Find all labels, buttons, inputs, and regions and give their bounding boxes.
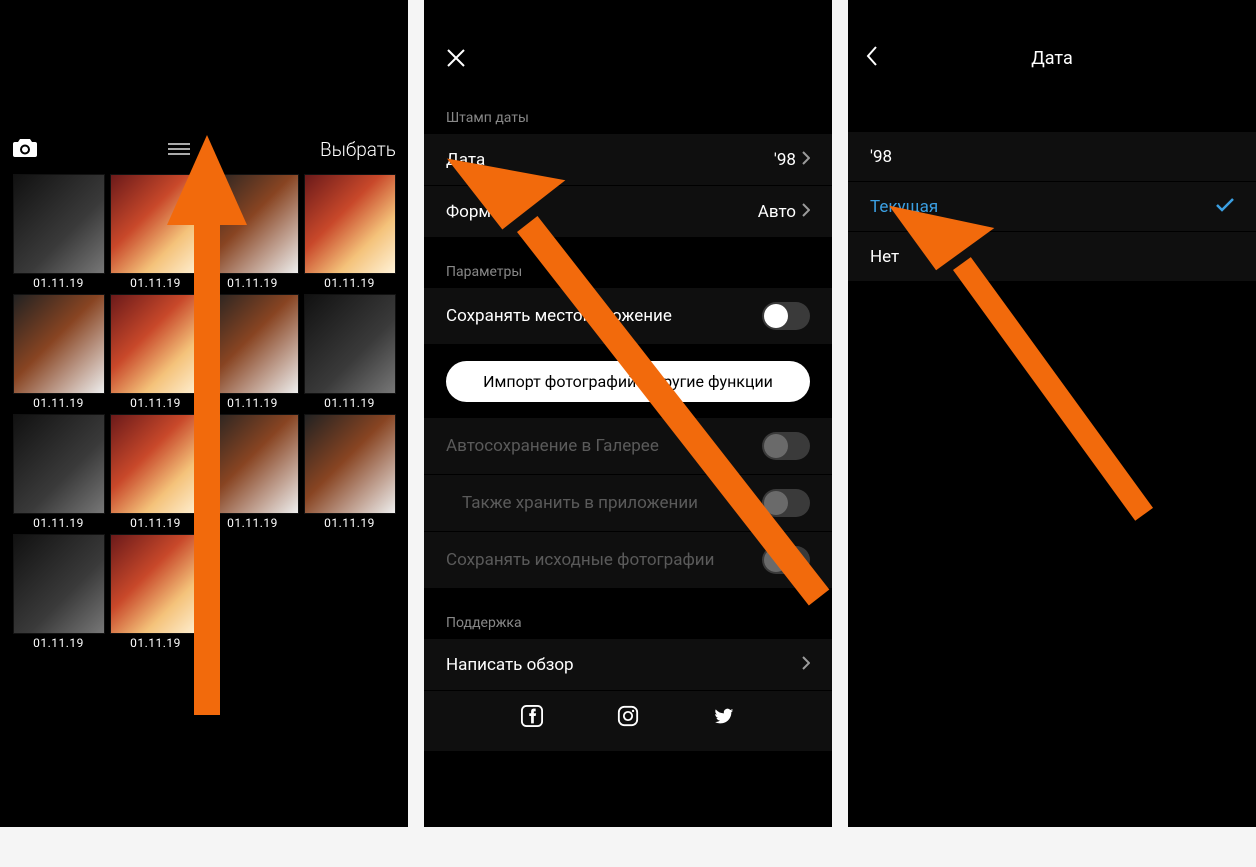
tutorial-arrow-1 bbox=[194, 220, 220, 715]
photo-date-label: 01.11.19 bbox=[227, 516, 278, 530]
date-header: Дата bbox=[848, 44, 1256, 72]
row-save-originals-label: Сохранять исходные фотографии bbox=[446, 550, 714, 570]
chevron-right-icon bbox=[802, 655, 810, 675]
chevron-right-icon bbox=[802, 202, 810, 222]
option-none-label: Нет bbox=[870, 247, 899, 267]
screen-date-options: Дата '98 Текущая Нет bbox=[848, 0, 1256, 827]
photo-date-label: 01.11.19 bbox=[33, 636, 84, 650]
row-date-value: '98 bbox=[774, 150, 796, 170]
chevron-right-icon bbox=[802, 150, 810, 170]
photo-thumb[interactable]: 01.11.19 bbox=[109, 414, 202, 530]
option-98[interactable]: '98 bbox=[848, 132, 1256, 182]
row-write-review-label: Написать обзор bbox=[446, 655, 574, 675]
facebook-icon[interactable] bbox=[521, 705, 543, 731]
photo-date-label: 01.11.19 bbox=[130, 516, 181, 530]
social-links bbox=[424, 691, 832, 751]
section-title-params: Параметры bbox=[424, 264, 832, 288]
toggle-save-location[interactable] bbox=[762, 302, 810, 330]
row-save-location-label: Сохранять местоположение bbox=[446, 306, 672, 326]
photo-date-label: 01.11.19 bbox=[324, 276, 375, 290]
option-98-label: '98 bbox=[870, 147, 892, 167]
camera-icon[interactable] bbox=[12, 136, 38, 162]
select-button[interactable]: Выбрать bbox=[320, 138, 396, 161]
photo-date-label: 01.11.19 bbox=[33, 276, 84, 290]
instagram-icon[interactable] bbox=[617, 705, 639, 731]
toggle-autosave[interactable] bbox=[762, 432, 810, 460]
photo-thumb[interactable]: 01.11.19 bbox=[12, 294, 105, 410]
photo-thumb[interactable]: 01.11.19 bbox=[109, 534, 202, 650]
photo-date-label: 01.11.19 bbox=[324, 516, 375, 530]
photo-date-label: 01.11.19 bbox=[227, 396, 278, 410]
close-icon[interactable] bbox=[446, 48, 466, 72]
row-autosave-label: Автосохранение в Галерее bbox=[446, 436, 659, 456]
photo-date-label: 01.11.19 bbox=[324, 396, 375, 410]
photo-thumb[interactable]: 01.11.19 bbox=[12, 174, 105, 290]
back-icon[interactable] bbox=[866, 46, 878, 70]
section-title-support: Поддержка bbox=[424, 615, 832, 639]
photo-date-label: 01.11.19 bbox=[33, 516, 84, 530]
photo-thumb[interactable]: 01.11.19 bbox=[12, 534, 105, 650]
row-also-store-label: Также хранить в приложении bbox=[462, 493, 698, 513]
photo-thumb[interactable]: 01.11.19 bbox=[303, 414, 396, 530]
photo-date-label: 01.11.19 bbox=[33, 396, 84, 410]
photo-date-label: 01.11.19 bbox=[130, 396, 181, 410]
photo-thumb[interactable]: 01.11.19 bbox=[303, 294, 396, 410]
row-autosave[interactable]: Автосохранение в Галерее bbox=[424, 418, 832, 475]
photo-thumb[interactable]: 01.11.19 bbox=[109, 294, 202, 410]
row-write-review[interactable]: Написать обзор bbox=[424, 639, 832, 691]
photo-thumb[interactable]: 01.11.19 bbox=[12, 414, 105, 530]
date-title: Дата bbox=[1031, 48, 1073, 69]
check-icon bbox=[1216, 197, 1234, 217]
twitter-icon[interactable] bbox=[713, 705, 735, 731]
photo-date-label: 01.11.19 bbox=[130, 636, 181, 650]
photo-date-label: 01.11.19 bbox=[130, 276, 181, 290]
tutorial-arrow-1-head bbox=[167, 135, 247, 225]
option-none[interactable]: Нет bbox=[848, 232, 1256, 282]
row-format-value: Авто bbox=[758, 202, 796, 222]
photo-thumb[interactable]: 01.11.19 bbox=[303, 174, 396, 290]
photo-date-label: 01.11.19 bbox=[227, 276, 278, 290]
screen-settings: Штамп даты Дата '98 Формат Авто bbox=[424, 0, 832, 827]
